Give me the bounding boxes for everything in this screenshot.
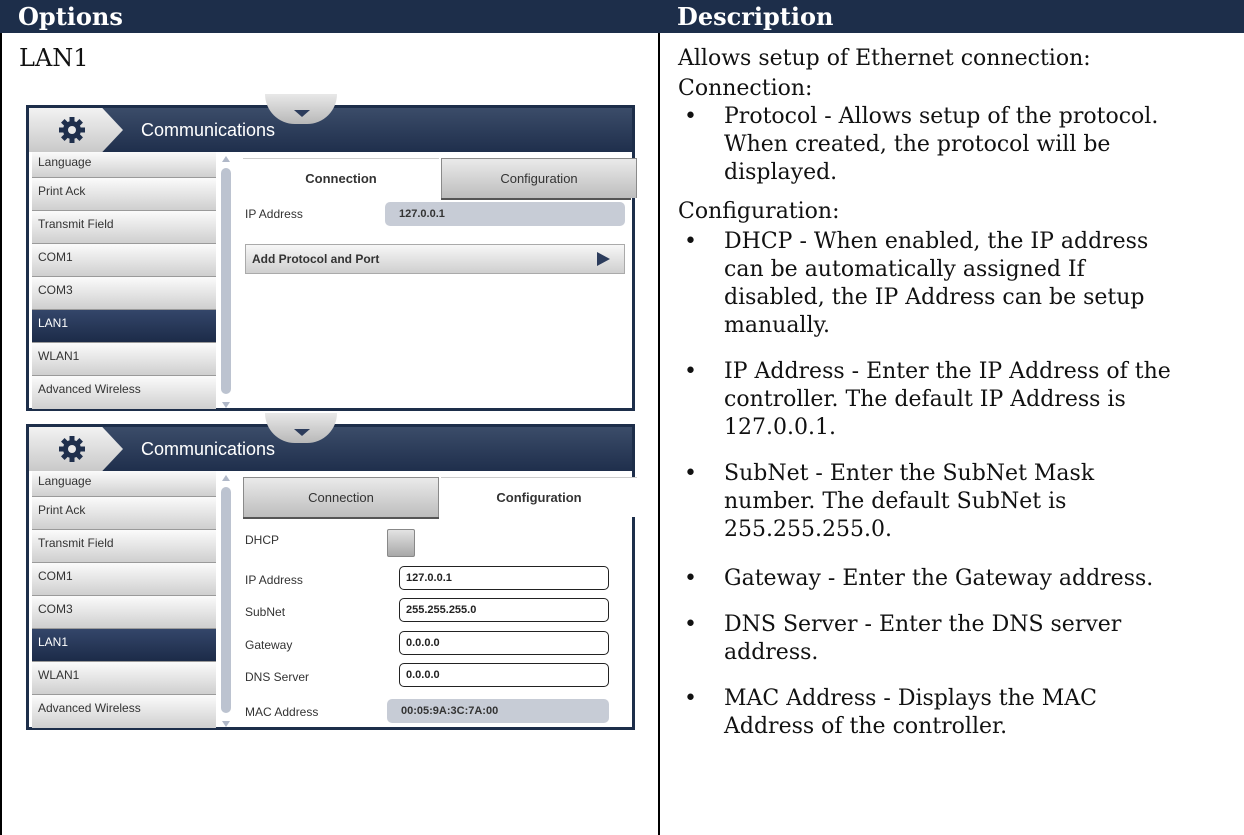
sidebar-item-transmit-field[interactable]: Transmit Field — [32, 211, 216, 244]
sidebar-item-com3[interactable]: COM3 — [32, 277, 216, 310]
sidebar-item-com1[interactable]: COM1 — [32, 563, 216, 596]
scroll-up-icon — [222, 475, 230, 481]
subnet-field[interactable]: 255.255.255.0 — [399, 598, 609, 622]
dhcp-line: disabled, the IP Address can be setup — [724, 285, 1145, 310]
tab-bar: Connection Configuration — [243, 158, 637, 198]
settings-button[interactable] — [29, 108, 123, 152]
ip-line: 127.0.0.1. — [724, 415, 836, 440]
tab-bar: Connection Configuration — [243, 477, 637, 517]
mac-line: Address of the controller. — [724, 714, 1008, 739]
sidebar: Language Print Ack Transmit Field COM1 C… — [32, 471, 216, 728]
protocol-line: When created, the protocol will be — [724, 132, 1111, 157]
sidebar-item-advanced-wireless[interactable]: Advanced Wireless — [32, 695, 216, 728]
protocol-line: displayed. — [724, 160, 838, 185]
sidebar-scrollbar[interactable] — [221, 154, 231, 408]
ip-line: IP Address - Enter the IP Address of the — [724, 359, 1171, 384]
bullet-icon: • — [684, 461, 697, 486]
tab-configuration[interactable]: Configuration — [441, 158, 637, 198]
screen-connection: Communications Language Print Ack Transm… — [26, 94, 637, 411]
dns-line: address. — [724, 640, 819, 665]
dns-server-label: DNS Server — [245, 670, 310, 684]
bullet-icon: • — [684, 229, 697, 254]
sidebar-scrollbar[interactable] — [221, 473, 231, 727]
dns-server-field[interactable]: 0.0.0.0 — [399, 663, 609, 687]
dhcp-line: DHCP - When enabled, the IP address — [724, 229, 1149, 254]
tab-underline — [441, 198, 631, 200]
sidebar-item-wlan1[interactable]: WLAN1 — [32, 343, 216, 376]
intro-text: Allows setup of Ethernet connection: — [678, 46, 1091, 71]
table-divider — [658, 33, 660, 835]
subnet-line: number. The default SubNet is — [724, 489, 1067, 514]
bullet-icon: • — [684, 359, 697, 384]
options-table: Options Description LAN1 Communications … — [0, 0, 1244, 835]
configuration-heading: Configuration: — [678, 199, 840, 224]
bullet-icon: • — [684, 686, 697, 711]
sidebar-item-print-ack[interactable]: Print Ack — [32, 178, 216, 211]
scroll-down-icon — [222, 402, 230, 408]
sidebar-item-print-ack[interactable]: Print Ack — [32, 497, 216, 530]
tab-configuration[interactable]: Configuration — [441, 477, 637, 517]
options-header: Options — [0, 0, 659, 33]
bullet-icon: • — [684, 566, 697, 591]
tab-underline — [243, 517, 439, 519]
tab-connection[interactable]: Connection — [243, 158, 439, 198]
settings-button[interactable] — [29, 427, 123, 471]
play-arrow-icon — [597, 252, 610, 266]
mac-address-label: MAC Address — [245, 705, 319, 719]
ip-address-field[interactable]: 127.0.0.1 — [399, 566, 609, 590]
gateway-field[interactable]: 0.0.0.0 — [399, 631, 609, 655]
connection-heading: Connection: — [678, 76, 813, 101]
title-bar: Communications — [29, 427, 632, 471]
sidebar-item-com1[interactable]: COM1 — [32, 244, 216, 277]
chevron-down-icon — [294, 110, 310, 117]
description-header: Description — [659, 0, 1244, 33]
gateway-label: Gateway — [245, 638, 293, 652]
scroll-thumb[interactable] — [221, 487, 231, 713]
ip-address-value: 127.0.0.1 — [385, 202, 625, 226]
table-border-left — [0, 33, 2, 835]
page-title: Communications — [141, 439, 276, 459]
bullet-icon: • — [684, 104, 697, 129]
mac-address-value: 00:05:9A:3C:7A:00 — [387, 699, 609, 723]
sidebar-item-language[interactable]: Language — [32, 152, 216, 178]
option-name: LAN1 — [19, 44, 89, 72]
scroll-thumb[interactable] — [221, 168, 231, 394]
chevron-down-icon — [294, 429, 310, 436]
dhcp-checkbox[interactable] — [387, 529, 415, 557]
title-bar: Communications — [29, 108, 632, 152]
ip-address-label: IP Address — [245, 573, 303, 587]
subnet-line: SubNet - Enter the SubNet Mask — [724, 461, 1095, 486]
sidebar-item-wlan1[interactable]: WLAN1 — [32, 662, 216, 695]
dhcp-line: can be automatically assigned If — [724, 257, 1085, 282]
scroll-down-icon — [222, 721, 230, 727]
dhcp-line: manually. — [724, 313, 831, 338]
sidebar-item-language[interactable]: Language — [32, 471, 216, 497]
screen-configuration: Communications Language Print Ack Transm… — [26, 413, 637, 730]
sidebar-item-transmit-field[interactable]: Transmit Field — [32, 530, 216, 563]
ip-line: controller. The default IP Address is — [724, 387, 1126, 412]
protocol-line: Protocol - Allows setup of the protocol. — [724, 104, 1159, 129]
sidebar-item-lan1[interactable]: LAN1 — [32, 310, 216, 343]
tab-connection[interactable]: Connection — [243, 477, 439, 517]
scroll-up-icon — [222, 156, 230, 162]
bullet-icon: • — [684, 612, 697, 637]
add-protocol-label: Add Protocol and Port — [252, 252, 380, 266]
gateway-line: Gateway - Enter the Gateway address. — [724, 566, 1154, 591]
sidebar-item-lan1[interactable]: LAN1 — [32, 629, 216, 662]
mac-line: MAC Address - Displays the MAC — [724, 686, 1098, 711]
gear-icon — [59, 436, 85, 462]
sidebar-item-advanced-wireless[interactable]: Advanced Wireless — [32, 376, 216, 409]
gear-icon — [59, 117, 85, 143]
add-protocol-button[interactable]: Add Protocol and Port — [245, 244, 625, 274]
page-title: Communications — [141, 120, 276, 140]
sidebar: Language Print Ack Transmit Field COM1 C… — [32, 152, 216, 409]
dhcp-label: DHCP — [245, 533, 280, 547]
dns-line: DNS Server - Enter the DNS server — [724, 612, 1122, 637]
subnet-label: SubNet — [245, 605, 286, 619]
sidebar-item-com3[interactable]: COM3 — [32, 596, 216, 629]
ip-address-label: IP Address — [245, 207, 303, 221]
subnet-line: 255.255.255.0. — [724, 517, 892, 542]
